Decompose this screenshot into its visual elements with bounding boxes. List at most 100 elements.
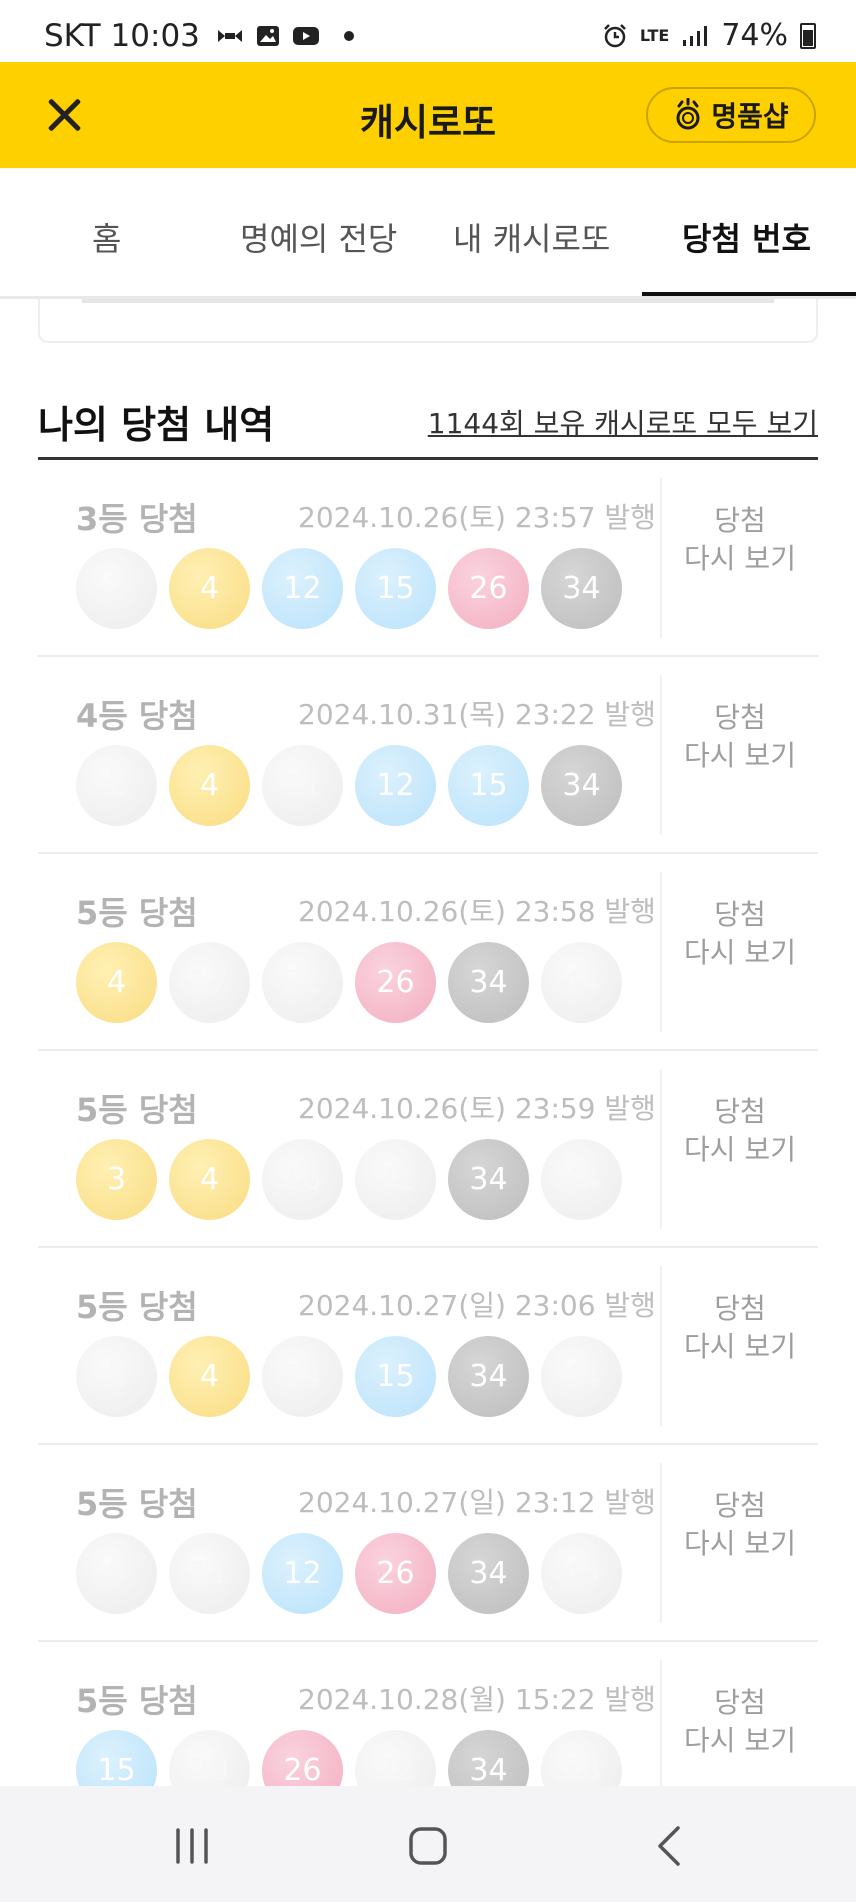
lotto-ball: 4 bbox=[169, 1139, 250, 1220]
lotto-balls: 4 17 21 26 34 44 bbox=[76, 942, 622, 1023]
lotto-ball: 26 bbox=[355, 942, 436, 1023]
issued-datetime: 2024.10.26(토) 23:57 발행 bbox=[298, 501, 656, 534]
home-icon[interactable] bbox=[406, 1824, 450, 1868]
lotto-ball: 34 bbox=[541, 548, 622, 629]
recent-apps-icon[interactable] bbox=[170, 1824, 214, 1868]
replay-label-line1: 당첨 bbox=[714, 504, 766, 537]
lotto-ball: 3 bbox=[76, 1139, 157, 1220]
win-history-list: 3등 당첨 2024.10.26(토) 23:57 발행 2 4 12 15 26 34 당첨 다… bbox=[38, 460, 818, 1839]
tab-bar: 홈 명예의 전당 내 캐시로또 당첨 번호 bbox=[0, 168, 856, 298]
previous-card-bottom bbox=[38, 299, 818, 343]
issued-datetime: 2024.10.27(일) 23:06 발행 bbox=[298, 1289, 656, 1322]
lotto-ball: 34 bbox=[448, 1336, 529, 1417]
win-row: 3등 당첨 2024.10.26(토) 23:57 발행 2 4 12 15 26 34 당첨다… bbox=[38, 460, 818, 657]
replay-win-button[interactable]: 당첨다시 보기 bbox=[662, 1093, 818, 1169]
lotto-balls: 2 4 12 15 26 34 bbox=[76, 548, 622, 629]
app-header: 캐시로또 명품샵 bbox=[0, 62, 856, 168]
notification-icons bbox=[216, 24, 354, 48]
replay-win-button[interactable]: 당첨다시 보기 bbox=[662, 1684, 818, 1760]
more-notifications-dot bbox=[343, 31, 354, 41]
replay-label-line1: 당첨 bbox=[714, 701, 766, 734]
lotto-ball: 34 bbox=[448, 1139, 529, 1220]
replay-win-button[interactable]: 당첨다시 보기 bbox=[662, 699, 818, 775]
replay-label-line2: 다시 보기 bbox=[684, 542, 796, 575]
lotto-ball: 34 bbox=[541, 745, 622, 826]
replay-label-line2: 다시 보기 bbox=[684, 1330, 796, 1363]
lotto-ball: 45 bbox=[541, 1533, 622, 1614]
lotto-ball: 2 bbox=[76, 745, 157, 826]
lotto-ball: 12 bbox=[262, 548, 343, 629]
lotto-ball: 14 bbox=[262, 1336, 343, 1417]
replay-label-line1: 당첨 bbox=[714, 1489, 766, 1522]
replay-label-line1: 당첨 bbox=[714, 1686, 766, 1719]
prize-rank: 5등 당첨 bbox=[76, 1682, 198, 1720]
issued-datetime: 2024.10.26(토) 23:58 발행 bbox=[298, 895, 656, 928]
replay-win-button[interactable]: 당첨다시 보기 bbox=[662, 896, 818, 972]
issued-datetime: 2024.10.26(토) 23:59 발행 bbox=[298, 1092, 656, 1125]
prize-rank: 3등 당첨 bbox=[76, 500, 198, 538]
win-row: 4등 당첨 2024.10.31(목) 23:22 발행 2 4 11 12 15 34 당첨 다… bbox=[38, 657, 818, 854]
status-bar: SKT 10:03 LTE 74% bbox=[0, 0, 856, 62]
lotto-ball: 15 bbox=[448, 745, 529, 826]
system-nav-bar bbox=[0, 1786, 856, 1902]
replay-win-button[interactable]: 당첨다시 보기 bbox=[662, 1290, 818, 1366]
tab-hall-of-fame[interactable]: 명예의 전당 bbox=[240, 214, 397, 260]
replay-label-line2: 다시 보기 bbox=[684, 739, 796, 772]
lotto-ball: 44 bbox=[541, 1336, 622, 1417]
view-all-link[interactable]: 1144회 보유 캐시로또 모두 보기 bbox=[428, 402, 818, 442]
replay-label-line1: 당첨 bbox=[714, 1292, 766, 1325]
clock: 10:03 bbox=[110, 18, 200, 54]
lotto-balls: 2 4 14 15 34 44 bbox=[76, 1336, 622, 1417]
status-right: LTE 74% bbox=[602, 18, 816, 53]
tab-my-cashlotto[interactable]: 내 캐시로또 bbox=[453, 214, 610, 260]
prize-rank: 5등 당첨 bbox=[76, 894, 198, 932]
replay-label-line2: 다시 보기 bbox=[684, 1527, 796, 1560]
replay-win-button[interactable]: 당첨다시 보기 bbox=[662, 502, 818, 578]
replay-label-line1: 당첨 bbox=[714, 898, 766, 931]
replay-win-button[interactable]: 당첨다시 보기 bbox=[662, 1487, 818, 1563]
win-row: 5등 당첨 2024.10.27(일) 23:12 발행 5 11 12 26 34 45 당첨… bbox=[38, 1445, 818, 1642]
tab-winning-numbers[interactable]: 당첨 번호 bbox=[682, 214, 811, 260]
previous-card-bar bbox=[82, 299, 774, 303]
prize-rank: 5등 당첨 bbox=[76, 1288, 198, 1326]
lotto-ball: 26 bbox=[448, 548, 529, 629]
lotto-balls: 2 4 11 12 15 34 bbox=[76, 745, 622, 826]
shop-label: 명품샵 bbox=[711, 100, 789, 133]
gallery-icon bbox=[256, 26, 279, 46]
win-row: 5등 당첨 2024.10.26(토) 23:59 발행 3 4 16 31 34 44 당첨 다… bbox=[38, 1051, 818, 1248]
replay-label-line2: 다시 보기 bbox=[684, 1133, 796, 1166]
lotto-ball: 4 bbox=[169, 745, 250, 826]
alarm-icon bbox=[604, 23, 626, 47]
prize-rank: 4등 당첨 bbox=[76, 697, 198, 735]
lotto-ball: 34 bbox=[448, 1533, 529, 1614]
status-left: SKT 10:03 bbox=[44, 18, 354, 54]
lotto-ball: 31 bbox=[355, 1139, 436, 1220]
lotto-ball: 11 bbox=[262, 745, 343, 826]
lotto-ball: 2 bbox=[76, 548, 157, 629]
lotto-ball: 44 bbox=[541, 942, 622, 1023]
win-row: 5등 당첨 2024.10.26(토) 23:58 발행 4 17 21 26 34 44 당첨… bbox=[38, 854, 818, 1051]
lotto-ball: 4 bbox=[169, 548, 250, 629]
shop-button[interactable]: 명품샵 bbox=[646, 87, 816, 143]
app-notification-icon bbox=[217, 30, 242, 42]
lotto-ball: 12 bbox=[262, 1533, 343, 1614]
tab-home[interactable]: 홈 bbox=[92, 214, 121, 260]
prize-rank: 5등 당첨 bbox=[76, 1485, 198, 1523]
lotto-ball: 15 bbox=[355, 548, 436, 629]
carrier-label: SKT bbox=[44, 18, 101, 54]
lotto-ball: 4 bbox=[76, 942, 157, 1023]
battery-icon bbox=[800, 22, 816, 49]
lotto-ball: 2 bbox=[76, 1336, 157, 1417]
issued-datetime: 2024.10.28(월) 15:22 발행 bbox=[298, 1683, 656, 1716]
crown-icon bbox=[676, 98, 700, 130]
replay-label-line1: 당첨 bbox=[714, 1095, 766, 1128]
prize-rank: 5등 당첨 bbox=[76, 1091, 198, 1129]
lotto-ball: 17 bbox=[169, 942, 250, 1023]
replay-label-line2: 다시 보기 bbox=[684, 936, 796, 969]
battery-percent: 74% bbox=[721, 18, 788, 53]
replay-label-line2: 다시 보기 bbox=[684, 1724, 796, 1757]
lotto-ball: 34 bbox=[448, 942, 529, 1023]
back-icon[interactable] bbox=[648, 1824, 692, 1868]
lotto-ball: 44 bbox=[541, 1139, 622, 1220]
lotto-balls: 3 4 16 31 34 44 bbox=[76, 1139, 622, 1220]
